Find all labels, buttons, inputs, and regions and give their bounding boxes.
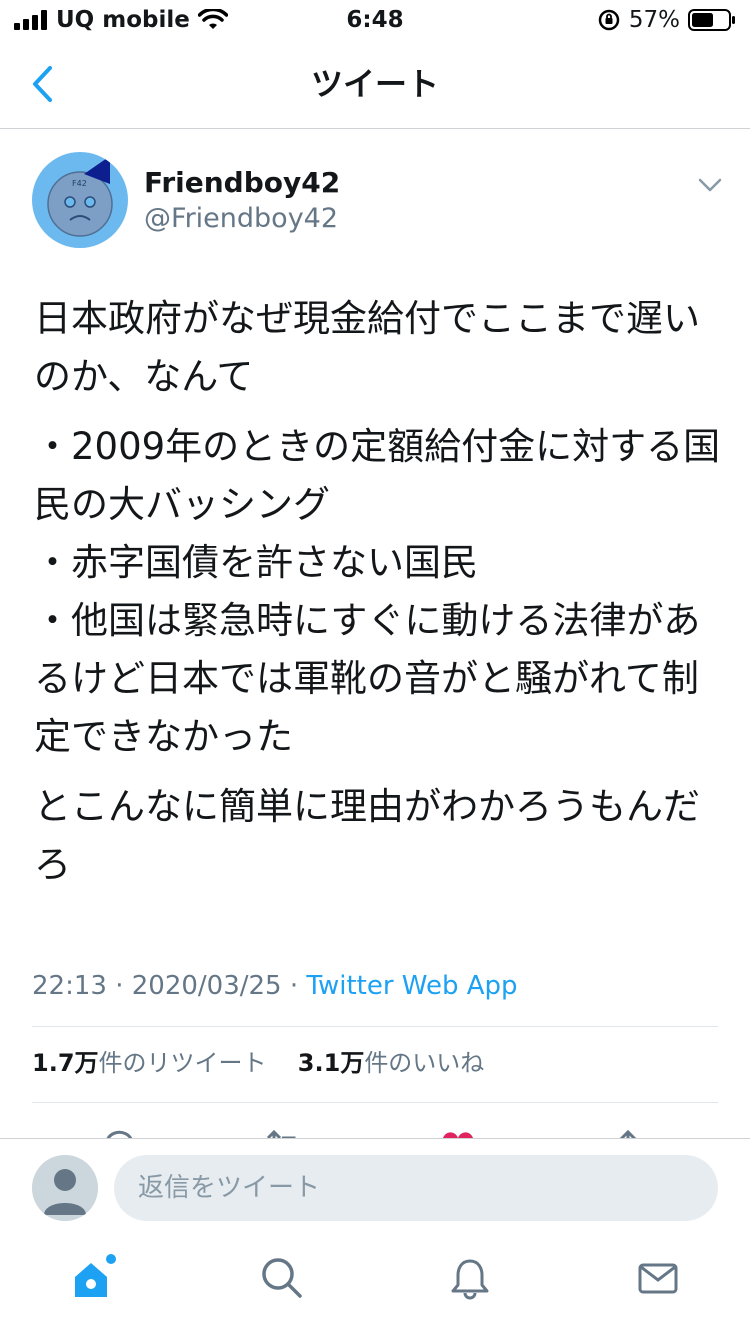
retweets-label: 件のリツイート <box>98 1049 267 1077</box>
messages-icon <box>638 1263 678 1294</box>
tweet-stats: 1.7万件のリツイート 3.1万件のいいね <box>32 1042 484 1084</box>
retweets-stat[interactable]: 1.7万件のリツイート <box>32 1049 267 1077</box>
reply-icon <box>106 1130 133 1138</box>
tweet-source-link[interactable]: Twitter Web App <box>306 971 517 1001</box>
rotation-lock-icon <box>598 9 620 31</box>
tweet-paragraph: 日本政府がなぜ現金給付でここまで遅いのか、なんて <box>34 297 700 398</box>
battery-icon <box>688 9 735 31</box>
author-name[interactable]: Friendboy42 <box>144 166 340 200</box>
user-avatar[interactable] <box>32 1155 98 1221</box>
divider <box>32 1026 718 1027</box>
notifications-icon <box>451 1259 489 1300</box>
share-button[interactable] <box>608 1126 648 1138</box>
reply-button[interactable] <box>100 1126 140 1138</box>
author-avatar[interactable]: F42 <box>32 152 128 248</box>
tab-bar <box>0 1240 750 1330</box>
meta-separator: · <box>289 971 299 1001</box>
likes-label: 件のいいね <box>364 1049 485 1077</box>
like-button[interactable] <box>438 1126 478 1138</box>
author-handle[interactable]: @Friendboy42 <box>144 202 338 236</box>
tweet-meta: 22:13 · 2020/03/25 · Twitter Web App <box>32 966 518 1006</box>
status-bar: UQ mobile 6:48 57% <box>0 0 750 40</box>
avatar-label: F42 <box>72 179 87 188</box>
tweet-paragraph: とこんなに簡単に理由がわかろうもんだろ <box>34 785 700 886</box>
nav-bar: ツイート <box>0 40 750 129</box>
chevron-down-icon <box>698 178 722 192</box>
tweet-date: 2020/03/25 <box>131 971 282 1001</box>
divider <box>32 1102 718 1103</box>
tweet-menu-button[interactable] <box>692 170 728 200</box>
like-icon <box>442 1132 474 1138</box>
avatar-image: F42 <box>32 152 128 248</box>
search-icon <box>262 1258 302 1298</box>
default-avatar-icon <box>32 1155 98 1221</box>
meta-separator: · <box>115 971 124 1001</box>
share-icon <box>619 1129 637 1138</box>
tab-search[interactable] <box>252 1248 312 1308</box>
battery-percent: 57% <box>628 7 680 33</box>
tweet-time: 22:13 <box>32 971 107 1001</box>
tab-messages[interactable] <box>628 1248 688 1308</box>
retweets-count: 1.7万 <box>32 1049 99 1077</box>
retweet-icon <box>266 1129 296 1138</box>
tweet-text: 日本政府がなぜ現金給付でここまで遅いのか、なんて ・2009年のときの定額給付金… <box>34 290 724 906</box>
tab-home[interactable] <box>64 1248 124 1308</box>
retweet-button[interactable] <box>264 1126 304 1138</box>
status-right: 57% <box>597 6 736 34</box>
likes-stat[interactable]: 3.1万件のいいね <box>298 1049 485 1077</box>
tab-notifications[interactable] <box>440 1248 500 1308</box>
likes-count: 3.1万 <box>297 1049 365 1077</box>
tweet-actions <box>0 1118 750 1138</box>
page-title: ツイート <box>310 65 439 103</box>
reply-input[interactable] <box>114 1155 718 1221</box>
home-icon <box>75 1254 116 1297</box>
tweet-paragraph: ・2009年のときの定額給付金に対する国民の大バッシング ・赤字国債を許さない国… <box>34 425 721 758</box>
